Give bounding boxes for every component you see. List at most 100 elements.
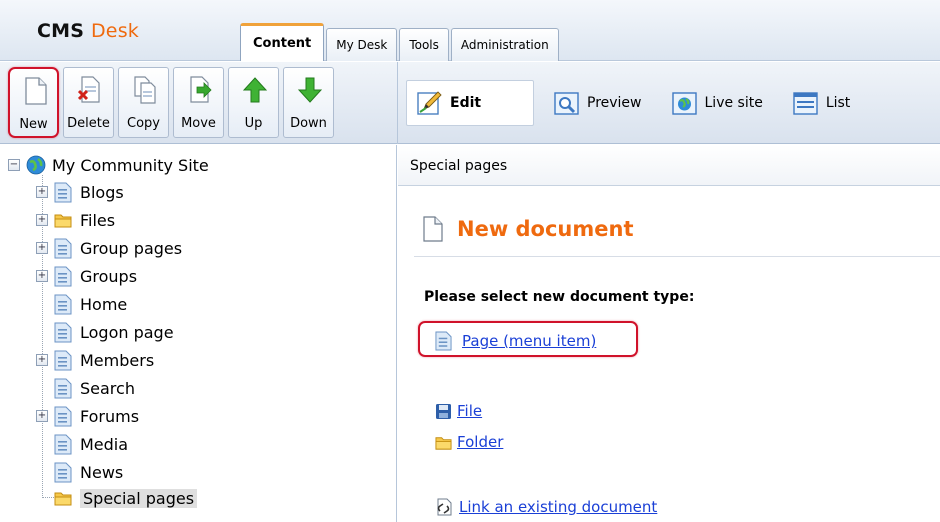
tab-administration[interactable]: Administration (450, 28, 559, 61)
page-title: New document (423, 216, 634, 242)
tree-item-forums[interactable]: + Forums (36, 404, 139, 428)
live-site-button[interactable]: Live site (662, 80, 773, 126)
doctype-folder-link[interactable]: Folder (435, 433, 503, 451)
up-button[interactable]: Up (228, 67, 279, 138)
tree-item-media[interactable]: Media (36, 432, 128, 456)
up-button-label: Up (244, 116, 263, 131)
tree-root[interactable]: − My Community Site (8, 153, 209, 177)
brand-cms-text: CMS (37, 20, 85, 42)
tab-content[interactable]: Content (240, 23, 325, 61)
page-icon (54, 238, 72, 258)
page-icon (54, 294, 72, 314)
tree-item-group-pages[interactable]: + Group pages (36, 236, 182, 260)
expand-toggle-icon[interactable]: + (36, 214, 48, 226)
doctype-file-label[interactable]: File (457, 402, 482, 420)
tree-item-label: Group pages (80, 238, 183, 258)
tree-item-label: Groups (80, 266, 138, 286)
tree-item-members[interactable]: + Members (36, 348, 154, 372)
list-icon (793, 92, 818, 115)
copy-document-icon (134, 76, 156, 104)
list-button-label: List (825, 95, 851, 111)
tree-item-search[interactable]: Search (36, 376, 135, 400)
page-icon (435, 331, 452, 351)
tab-my-desk[interactable]: My Desk (326, 28, 398, 61)
link-existing-document[interactable]: Link an existing document (435, 498, 657, 516)
copy-button[interactable]: Copy (118, 67, 169, 138)
tree-item-home[interactable]: Home (36, 292, 127, 316)
tree-item-label: Members (80, 350, 155, 370)
document-actions: New Delete Copy Move Up Down (8, 67, 338, 138)
page-icon (54, 350, 72, 370)
folder-icon (54, 492, 72, 505)
link-existing-document-label[interactable]: Link an existing document (459, 498, 657, 516)
view-modes: Edit Preview Live site List (406, 80, 870, 126)
copy-button-label: Copy (127, 116, 160, 131)
page-icon (54, 266, 72, 286)
app-header: CMS Desk Content My Desk Tools Administr… (0, 0, 940, 61)
tree-item-news[interactable]: News (36, 460, 123, 484)
down-button[interactable]: Down (283, 67, 334, 138)
tree-item-label: News (80, 462, 124, 482)
floppy-disk-icon (436, 403, 451, 419)
app-logo: CMS Desk (37, 20, 139, 42)
expand-toggle-icon[interactable]: + (36, 242, 48, 254)
tree-item-special-pages[interactable]: Special pages (36, 486, 198, 510)
tree-item-groups[interactable]: + Groups (36, 264, 137, 288)
doctype-file-link[interactable]: File (435, 402, 482, 420)
site-globe-icon (26, 155, 46, 175)
tree-item-logon-page[interactable]: Logon page (36, 320, 174, 344)
document-icon (423, 216, 443, 242)
toolbar-divider (397, 62, 398, 144)
page-icon (54, 322, 72, 342)
edit-button[interactable]: Edit (406, 80, 534, 126)
tree-item-blogs[interactable]: + Blogs (36, 180, 124, 204)
doctype-page-link[interactable]: Page (menu item) (435, 331, 596, 351)
tree-item-label-selected: Special pages (80, 488, 198, 508)
expand-toggle-icon[interactable]: + (36, 186, 48, 198)
preview-button[interactable]: Preview (544, 80, 652, 126)
folder-icon (54, 214, 72, 227)
content-tree: − My Community Site + Blogs + Files + Gr… (0, 145, 397, 522)
list-button[interactable]: List (783, 80, 860, 126)
toolbar: New Delete Copy Move Up Down Edit Previe… (0, 62, 940, 144)
move-button-label: Move (181, 116, 216, 131)
preview-button-label: Preview (587, 95, 642, 111)
page-title-text: New document (457, 217, 634, 241)
tree-item-label: Home (80, 294, 128, 314)
tree-root-label: My Community Site (52, 155, 209, 175)
page-icon (54, 406, 72, 426)
new-button[interactable]: New (8, 67, 59, 138)
tree-item-label: Blogs (80, 182, 124, 202)
main-tabs: Content My Desk Tools Administration (240, 23, 561, 61)
expand-toggle-icon[interactable]: + (36, 410, 48, 422)
expand-toggle-icon[interactable]: + (36, 354, 48, 366)
tree-branch-spacer (36, 466, 48, 478)
move-button[interactable]: Move (173, 67, 224, 138)
content-area: Special pages New document Please select… (398, 145, 940, 522)
page-icon (54, 378, 72, 398)
brand-desk-text: Desk (90, 20, 139, 42)
preview-magnifier-icon (554, 92, 579, 115)
tree-item-label: Media (80, 434, 129, 454)
tree-item-label: Forums (80, 406, 140, 426)
tree-branch-spacer (36, 326, 48, 338)
tab-tools[interactable]: Tools (399, 28, 449, 61)
page-icon (54, 434, 72, 454)
down-button-label: Down (290, 116, 327, 131)
edit-button-label: Edit (450, 95, 482, 111)
new-button-label: New (19, 117, 48, 132)
link-document-icon (437, 498, 452, 516)
tree-branch-spacer (36, 438, 48, 450)
doctype-page-label[interactable]: Page (menu item) (462, 332, 596, 350)
tree-item-label: Search (80, 378, 135, 398)
document-type-prompt: Please select new document type: (424, 289, 695, 305)
tree-branch-spacer (36, 492, 48, 504)
collapse-toggle-icon[interactable]: − (8, 159, 20, 171)
tree-branch-spacer (36, 382, 48, 394)
up-arrow-icon (243, 77, 267, 103)
new-document-icon (25, 77, 47, 105)
doctype-folder-label[interactable]: Folder (457, 433, 503, 451)
tree-item-files[interactable]: + Files (36, 208, 115, 232)
expand-toggle-icon[interactable]: + (36, 270, 48, 282)
delete-button[interactable]: Delete (63, 67, 114, 138)
